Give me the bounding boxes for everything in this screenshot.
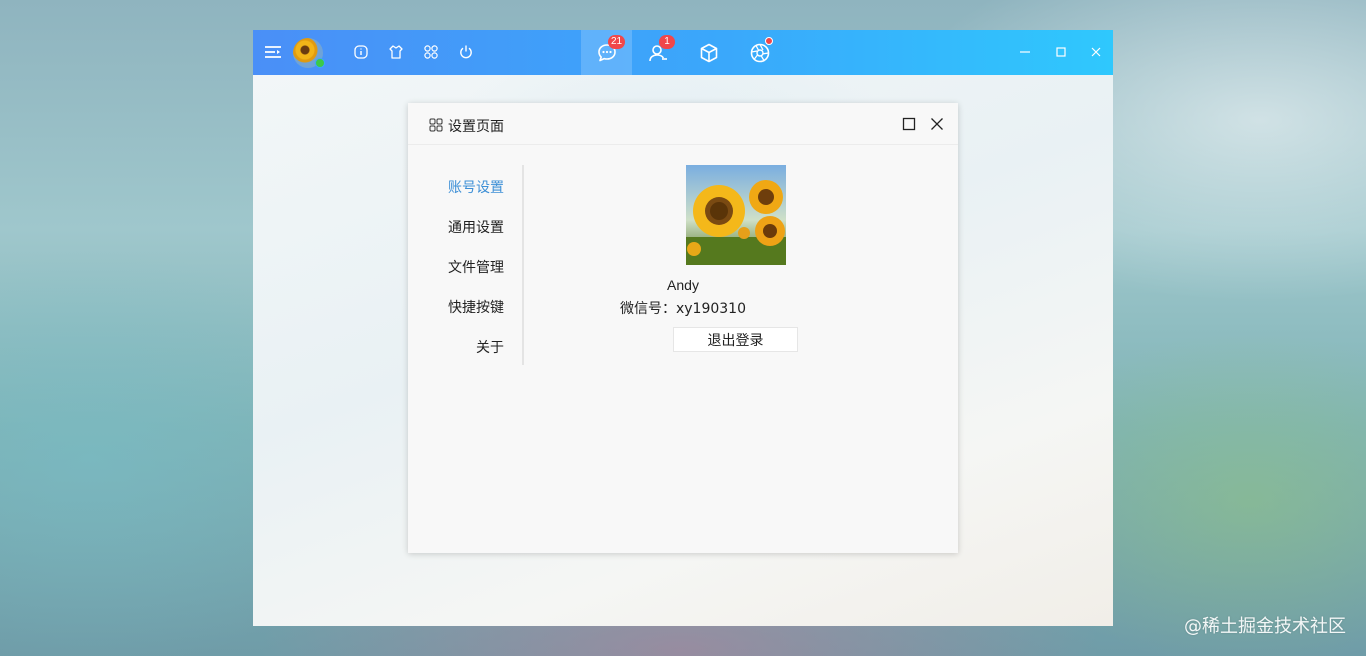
logout-button[interactable]: 退出登录 — [673, 327, 798, 352]
shirt-icon[interactable] — [386, 42, 406, 62]
wechat-id-line: 微信号：xy190310 — [408, 298, 958, 318]
profile-avatar — [686, 165, 786, 265]
online-status-dot — [315, 58, 325, 68]
avatar[interactable] — [293, 38, 325, 68]
power-icon[interactable] — [456, 42, 476, 62]
dialog-maximize-icon[interactable] — [901, 116, 917, 132]
message-badge: 21 — [608, 35, 626, 49]
wechat-id-label: 微信号： — [619, 301, 676, 317]
tab-moments[interactable] — [734, 30, 785, 75]
tab-contacts[interactable]: 1 — [632, 30, 683, 75]
menu-item-files[interactable]: 文件管理 — [448, 257, 504, 277]
dialog-header: 设置页面 — [408, 103, 958, 145]
minimize-icon[interactable] — [1015, 42, 1035, 62]
apps-grid-icon — [429, 117, 443, 136]
top-bar: 21 1 — [253, 30, 1113, 75]
dialog-close-icon[interactable] — [929, 116, 945, 132]
contacts-badge: 1 — [659, 35, 675, 49]
tab-messages[interactable]: 21 — [581, 30, 632, 75]
cube-icon — [700, 43, 717, 62]
apps-grid-icon[interactable] — [421, 42, 441, 62]
maximize-icon[interactable] — [1051, 42, 1071, 62]
menu-toggle-icon[interactable] — [263, 42, 283, 62]
close-icon[interactable] — [1086, 42, 1106, 62]
menu-item-general[interactable]: 通用设置 — [448, 217, 504, 237]
settings-dialog: 设置页面 账号设置 通用设置 文件管理 快捷按键 关于 Andy 微信号：xy1… — [408, 103, 958, 553]
menu-item-about[interactable]: 关于 — [476, 337, 504, 357]
settings-menu: 账号设置 通用设置 文件管理 快捷按键 关于 — [408, 165, 524, 365]
watermark: @稀土掘金技术社区 — [1184, 616, 1346, 637]
wechat-id-value: xy190310 — [675, 301, 746, 317]
tab-box[interactable] — [683, 30, 734, 75]
info-icon[interactable] — [351, 42, 371, 62]
menu-item-account[interactable]: 账号设置 — [448, 177, 504, 197]
profile-name: Andy — [667, 277, 699, 293]
dialog-title: 设置页面 — [448, 119, 504, 135]
moments-dot — [765, 37, 773, 45]
